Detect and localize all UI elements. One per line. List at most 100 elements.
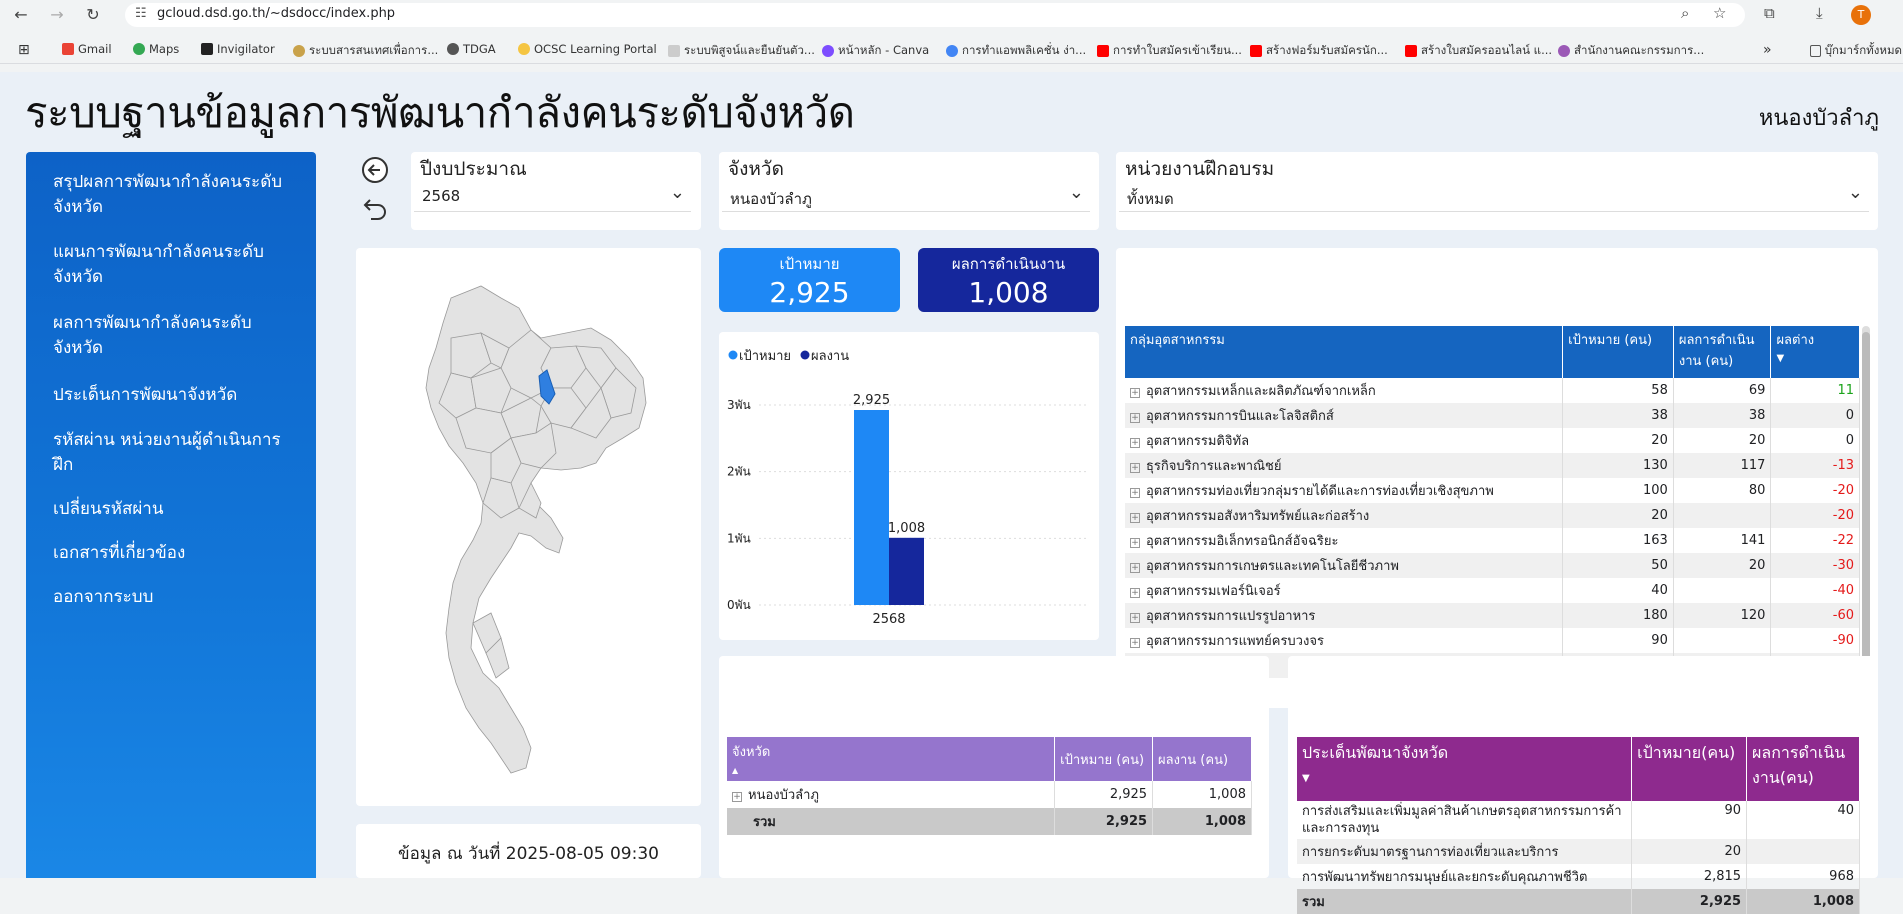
industry-header-group[interactable]: กลุ่มอุตสาหกรรม xyxy=(1125,326,1564,378)
bookmark-online[interactable]: สร้างใบสมัครออนไลน์ แ... xyxy=(1405,42,1552,60)
sidebar-item-unit-password[interactable]: รหัสผ่าน หน่วยงานผู้ดำเนินการฝึก xyxy=(53,428,298,478)
table-row[interactable]: + อุตสาหกรรมการแพทย์ครบวงจร 90 -90 xyxy=(1125,628,1860,653)
sidebar-item-logout[interactable]: ออกจากระบบ xyxy=(53,585,298,610)
apps-icon[interactable]: ⊞ xyxy=(18,42,30,58)
url-text: gcloud.dsd.go.th/~dsdocc/index.php xyxy=(157,6,396,21)
expand-icon[interactable]: + xyxy=(1130,463,1140,473)
ocsc-icon xyxy=(518,43,530,55)
issue-header-target[interactable]: เป้าหมาย(คน) xyxy=(1631,737,1748,801)
expand-icon[interactable]: + xyxy=(1130,588,1140,598)
bookmark-gmail[interactable]: Gmail xyxy=(62,42,112,56)
bookmark-info-system[interactable]: ระบบสารสนเทศเพื่อการ... xyxy=(293,42,438,60)
document-icon xyxy=(668,45,680,57)
table-row[interactable]: + อุตสาหกรรมเหล็กและผลิตภัณฑ์จากเหล็ก 58 69… xyxy=(1125,378,1860,403)
province-select[interactable]: หนองบัวลำภู ⌄ xyxy=(722,182,1090,212)
thailand-map[interactable] xyxy=(391,278,661,788)
bookmark-maps[interactable]: Maps xyxy=(133,42,179,56)
scrollbar-thumb[interactable] xyxy=(1862,332,1870,692)
table-row[interactable]: การพัฒนาทรัพยากรมนุษย์และยกระดับคุณภาพชี… xyxy=(1297,864,1860,889)
bar-target[interactable] xyxy=(854,410,889,605)
chevron-down-icon: ⌄ xyxy=(669,182,685,203)
back-arrow-circle-icon[interactable] xyxy=(361,156,389,184)
sidebar-item-summary[interactable]: สรุปผลการพัฒนากำลังคนระดับจังหวัด xyxy=(53,170,298,220)
expand-icon[interactable]: + xyxy=(1130,613,1140,623)
unit-filter-card: หน่วยงานฝึกอบรม ทั้งหมด ⌄ xyxy=(1116,152,1878,230)
table-row[interactable]: + ธุรกิจบริการและพาณิชย์ 130 117 -13 xyxy=(1125,453,1860,478)
reload-icon[interactable]: ↻ xyxy=(82,4,104,26)
expand-icon[interactable]: + xyxy=(1130,488,1140,498)
more-bookmarks-icon[interactable]: » xyxy=(1763,42,1772,58)
table-row[interactable]: + อุตสาหกรรมดิจิทัล 20 20 0 xyxy=(1125,428,1860,453)
address-bar[interactable]: ☷ gcloud.dsd.go.th/~dsdocc/index.php xyxy=(125,3,1745,27)
download-icon[interactable]: ⤓ xyxy=(1816,4,1823,22)
extensions-icon[interactable]: ⧉ xyxy=(1764,4,1775,22)
avatar[interactable]: T xyxy=(1851,5,1871,25)
year-filter-label: ปีงบประมาณ xyxy=(420,158,527,180)
expand-icon[interactable]: + xyxy=(1130,438,1140,448)
table-row[interactable]: + หนองบัวลำภู 2,925 1,008 xyxy=(727,781,1252,808)
province-table: จังหวัด ▲ เป้าหมาย (คน) ผลงาน (คน) + หนองบ… xyxy=(727,737,1252,835)
expand-icon[interactable]: + xyxy=(1130,388,1140,398)
sidebar-item-documents[interactable]: เอกสารที่เกี่ยวข้อง xyxy=(53,541,298,566)
bookmark-verify[interactable]: ระบบพิสูจน์และยืนยันตัว... xyxy=(668,42,815,60)
target-kpi-value: 2,925 xyxy=(769,276,850,309)
legend-result-swatch xyxy=(800,350,810,360)
result-kpi-value: 1,008 xyxy=(968,276,1049,309)
table-row[interactable]: + อุตสาหกรรมการแปรรูปอาหาร 180 120 -60 xyxy=(1125,603,1860,628)
table-row[interactable]: + อุตสาหกรรมอสังหาริมทรัพย์และก่อสร้าง 20-… xyxy=(1125,503,1860,528)
province-header-result[interactable]: ผลงาน (คน) xyxy=(1152,737,1252,781)
seal-icon xyxy=(293,45,305,57)
expand-icon[interactable]: + xyxy=(1130,638,1140,648)
issue-header-name[interactable]: ประเด็นพัฒนาจังหวัด ▼ xyxy=(1297,737,1633,801)
bar-result[interactable] xyxy=(889,537,924,605)
bookmark-office[interactable]: สำนักงานคณะกรรมการ... xyxy=(1558,42,1704,60)
back-icon[interactable]: ← xyxy=(10,4,32,26)
table-row[interactable]: + อุตสาหกรรมการเกษตรและเทคโนโลยีชีวภาพ 50 2… xyxy=(1125,553,1860,578)
expand-icon[interactable]: + xyxy=(1130,413,1140,423)
bookmark-invigilator[interactable]: Invigilator xyxy=(201,42,275,56)
sort-desc-icon: ▼ xyxy=(1302,773,1310,784)
header-province: หนองบัวลำภู xyxy=(1758,106,1879,131)
industry-header-diff[interactable]: ผลต่าง ▼ xyxy=(1770,326,1860,378)
bookmark-form[interactable]: สร้างฟอร์มรับสมัครนัก... xyxy=(1250,42,1388,60)
table-row[interactable]: การส่งเสริมและเพิ่มมูลค่าสินค้าเกษตรอุตส… xyxy=(1297,801,1860,839)
year-select[interactable]: 2568 ⌄ xyxy=(414,182,691,212)
sidebar-item-change-password[interactable]: เปลี่ยนรหัสผ่าน xyxy=(53,497,298,522)
province-header-name[interactable]: จังหวัด ▲ xyxy=(727,737,1056,781)
table-row[interactable]: + อุตสาหกรรมเฟอร์นิเจอร์ 40 -40 xyxy=(1125,578,1860,603)
legend-target-swatch xyxy=(728,350,738,360)
page-title: ระบบฐานข้อมูลการพัฒนากำลังคนระดับจังหวัด xyxy=(25,88,855,137)
table-row[interactable]: + อุตสาหกรรมการบินและโลจิสติกส์ 38 38 0 xyxy=(1125,403,1860,428)
industry-scrollbar[interactable] xyxy=(1862,326,1870,698)
table-row[interactable]: + อุตสาหกรรมท่องเที่ยวกลุ่มรายได้ดีและการ… xyxy=(1125,478,1860,503)
table-row[interactable]: + อุตสาหกรรมอิเล็กทรอนิกส์อัจฉริยะ 163 141-… xyxy=(1125,528,1860,553)
forward-icon[interactable]: → xyxy=(46,4,68,26)
expand-icon[interactable]: + xyxy=(1130,513,1140,523)
issue-header-result[interactable]: ผลการดำเนินงาน(คน) xyxy=(1746,737,1860,801)
bookmark-star-icon[interactable]: ☆ xyxy=(1713,4,1726,22)
expand-icon[interactable]: + xyxy=(1130,563,1140,573)
province-header-target[interactable]: เป้าหมาย (คน) xyxy=(1054,737,1154,781)
undo-icon[interactable] xyxy=(361,194,389,222)
zoom-icon[interactable]: ⌕ xyxy=(1681,4,1689,22)
sidebar-item-issues[interactable]: ประเด็นการพัฒนาจังหวัด xyxy=(53,383,298,408)
youtube-icon xyxy=(1405,45,1417,57)
canva-icon xyxy=(822,45,834,57)
bookmark-tdga[interactable]: TDGA xyxy=(447,42,496,56)
table-row[interactable]: การยกระดับมาตรฐานการท่องเที่ยวและบริการ … xyxy=(1297,839,1860,864)
bookmark-ocsc[interactable]: OCSC Learning Portal xyxy=(518,42,657,56)
industry-header-result[interactable]: ผลการดำเนินงาน (คน) xyxy=(1673,326,1772,378)
bookmark-app[interactable]: การทำแอพพลิเคชั่น ง่า... xyxy=(946,42,1086,60)
all-bookmarks[interactable]: บุ๊กมาร์กทั้งหมด xyxy=(1810,42,1902,60)
expand-icon[interactable]: + xyxy=(732,792,742,802)
industry-header-target[interactable]: เป้าหมาย (คน) xyxy=(1562,326,1674,378)
bookmark-canva[interactable]: หน้าหลัก - Canva xyxy=(822,42,929,60)
result-kpi-label: ผลการดำเนินงาน xyxy=(951,255,1066,273)
sort-desc-icon: ▼ xyxy=(1776,353,1785,364)
site-info-icon[interactable]: ☷ xyxy=(135,6,147,21)
bookmark-application[interactable]: การทำใบสมัครเข้าเรียน... xyxy=(1097,42,1242,60)
unit-select[interactable]: ทั้งหมด ⌄ xyxy=(1119,182,1869,212)
sidebar-item-plan[interactable]: แผนการพัฒนากำลังคนระดับจังหวัด xyxy=(53,240,298,290)
sidebar-item-results[interactable]: ผลการพัฒนากำลังคนระดับจังหวัด xyxy=(53,311,298,361)
expand-icon[interactable]: + xyxy=(1130,538,1140,548)
